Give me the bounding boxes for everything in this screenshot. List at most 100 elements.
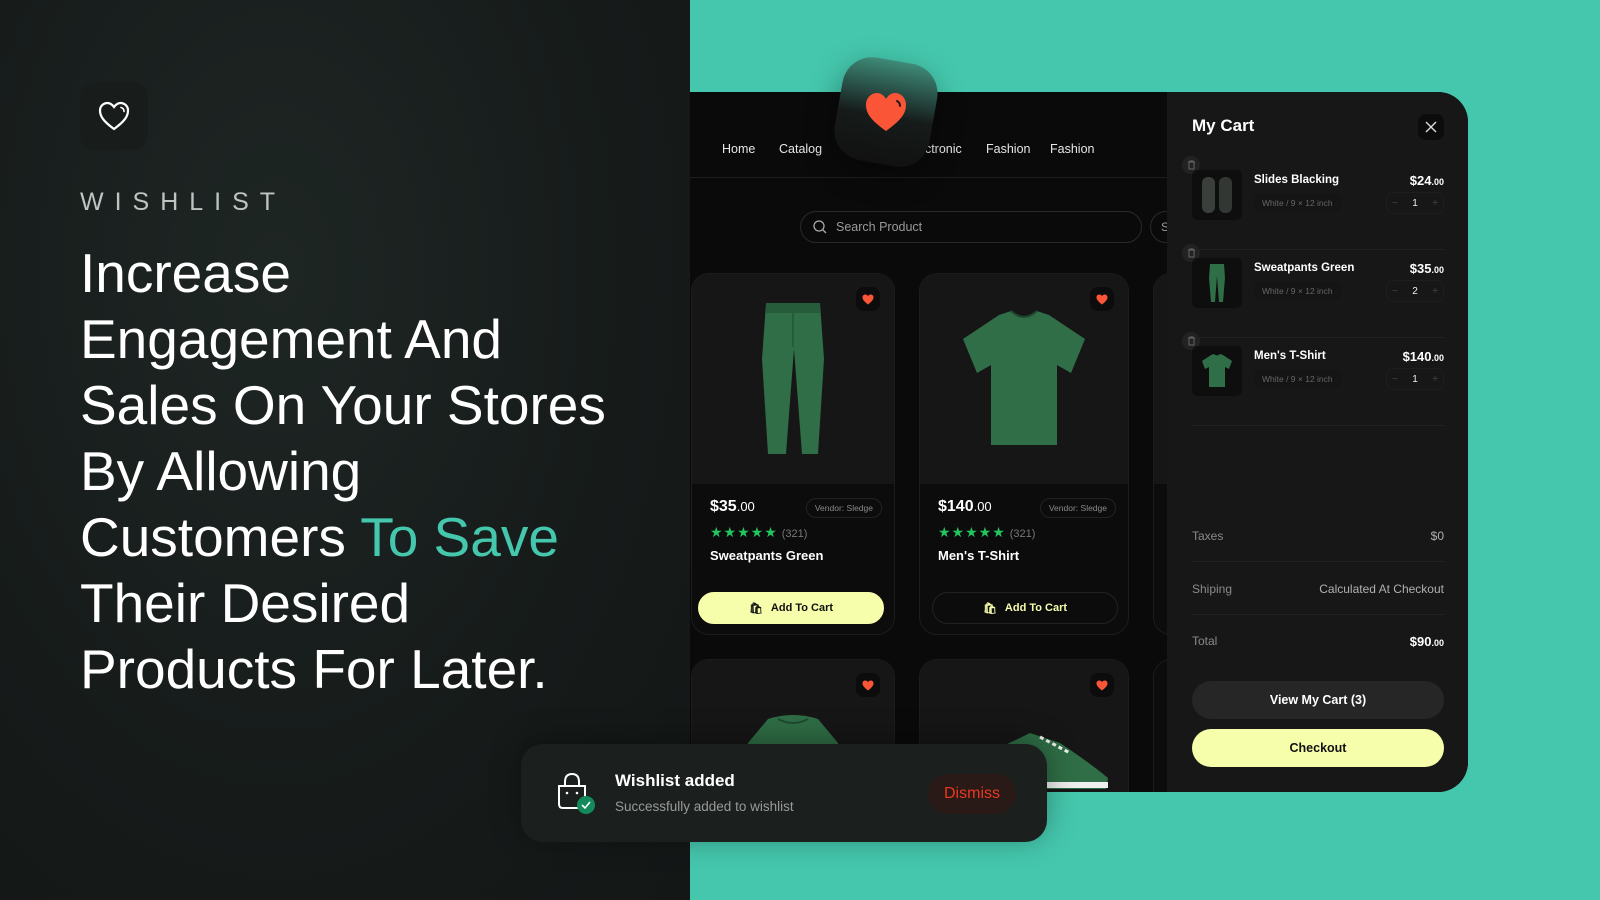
minus-icon[interactable]: − [1392, 374, 1398, 385]
headline-line: By Allowing [80, 440, 362, 502]
nav-catalog[interactable]: Catalog [779, 142, 822, 156]
sweatpants-image [1209, 264, 1225, 302]
quantity-stepper[interactable]: − 1 + [1386, 368, 1444, 390]
minus-icon[interactable]: − [1392, 198, 1398, 209]
headline-line: Engagement And [80, 308, 503, 370]
shipping-label: Shiping [1192, 581, 1233, 596]
heart-icon [862, 680, 874, 690]
tshirt-image [963, 310, 1085, 445]
toast-subtitle: Successfully added to wishlist [615, 799, 794, 814]
item-variant: White / 9 × 12 inch [1254, 282, 1341, 300]
headline-line: Products For Later. [80, 638, 548, 700]
add-to-cart-button[interactable]: 🛍 Add To Cart [932, 592, 1118, 624]
total-cents: .00 [1431, 637, 1444, 648]
heart-icon [1096, 294, 1108, 304]
logo-tile [80, 82, 148, 150]
product-name: Sweatpants Green [710, 548, 824, 563]
dismiss-button[interactable]: Dismiss [928, 774, 1016, 814]
quantity-stepper[interactable]: − 2 + [1386, 280, 1444, 302]
headline-highlight: To Save [360, 506, 559, 568]
store-window: Home Catalog Fa ectronic Fashion Fashion… [690, 92, 1468, 792]
cart-item: Men's T-Shirt White / 9 × 12 inch $140.0… [1182, 332, 1444, 426]
nav-fashion-2[interactable]: Fashion [1050, 142, 1094, 156]
bag-icon: 🛍 [748, 602, 763, 615]
close-icon [1425, 121, 1437, 133]
trash-icon [1187, 336, 1195, 346]
price-dollars: $140 [1402, 349, 1432, 364]
search-icon [813, 220, 827, 234]
item-thumbnail [1192, 346, 1242, 396]
nav-fashion[interactable]: Fashion [986, 142, 1030, 156]
item-name: Men's T-Shirt [1254, 350, 1326, 362]
wishlist-toggle[interactable] [1090, 287, 1114, 311]
shipping-row: Shiping Calculated At Checkout [1192, 563, 1444, 615]
total-value: $90.00 [1410, 634, 1444, 649]
heart-icon [862, 294, 874, 304]
tshirt-image [1202, 354, 1232, 387]
trash-icon [1187, 248, 1195, 258]
product-image [920, 274, 1128, 484]
sweatpants-image [762, 303, 824, 454]
plus-icon[interactable]: + [1432, 374, 1438, 385]
heart-icon [1096, 680, 1108, 690]
headline-line: Customers To Save [80, 504, 680, 570]
trash-icon [1187, 160, 1195, 170]
shopping-bag-check-icon [558, 772, 595, 814]
headline: Increase Engagement And Sales On Your St… [80, 240, 680, 702]
product-card[interactable]: $140.00 Vendor: Sledge ★★★★★ (321) Men's … [919, 273, 1129, 635]
review-count: (321) [781, 528, 808, 540]
price-cents: .00 [973, 499, 992, 514]
quantity-stepper[interactable]: − 1 + [1386, 192, 1444, 214]
add-to-cart-button[interactable]: 🛍 Add To Cart [698, 592, 884, 624]
nav-home[interactable]: Home [722, 142, 755, 156]
headline-text: Customers [80, 506, 361, 568]
plus-icon[interactable]: + [1432, 198, 1438, 209]
brand-label: WISHLIST [80, 188, 287, 216]
heart-icon [866, 93, 906, 131]
total-row: Total $90.00 [1192, 615, 1444, 667]
taxes-value: $0 [1430, 528, 1444, 543]
wishlist-toggle[interactable] [856, 287, 880, 311]
price-cents: .00 [1431, 265, 1444, 275]
item-variant: White / 9 × 12 inch [1254, 194, 1341, 212]
item-variant: White / 9 × 12 inch [1254, 370, 1341, 388]
headline-line: Their Desired [80, 572, 411, 634]
star-rating: ★★★★★ (321) [710, 524, 808, 540]
headline-line: Sales On Your Stores [80, 374, 606, 436]
item-name: Slides Blacking [1254, 174, 1340, 186]
product-card[interactable]: $35.00 Vendor: Sledge ★★★★★ (321) Sweatpa… [691, 273, 895, 635]
cart-panel: My Cart Slides Blacking White / 9 × 12 i… [1167, 92, 1468, 792]
wishlist-toggle[interactable] [1090, 673, 1114, 697]
close-button[interactable] [1418, 114, 1444, 140]
view-cart-button[interactable]: View My Cart (3) [1192, 681, 1444, 719]
item-thumbnail [1192, 170, 1242, 220]
item-name: Sweatpants Green [1254, 262, 1355, 274]
heart-outline-icon [98, 101, 130, 131]
price-dollars: $35 [1409, 261, 1432, 276]
plus-icon[interactable]: + [1432, 286, 1438, 297]
cart-item: Slides Blacking White / 9 × 12 inch $24.… [1182, 156, 1444, 250]
slides-image [1202, 177, 1232, 213]
item-thumbnail [1192, 258, 1242, 308]
taxes-label: Taxes [1192, 528, 1224, 543]
quantity-value: 1 [1412, 373, 1418, 385]
product-image [692, 274, 894, 484]
shipping-value: Calculated At Checkout [1319, 581, 1444, 596]
minus-icon[interactable]: − [1392, 286, 1398, 297]
search-bar[interactable] [800, 211, 1142, 243]
item-price: $35.00 [1410, 261, 1444, 276]
cart-item: Sweatpants Green White / 9 × 12 inch $35… [1182, 244, 1444, 338]
headline-line: Increase [80, 242, 291, 304]
wishlist-toggle[interactable] [856, 673, 880, 697]
item-price: $24.00 [1410, 173, 1444, 188]
quantity-value: 1 [1412, 197, 1418, 209]
total-dollars: $90 [1409, 633, 1432, 649]
price-dollars: $24 [1409, 173, 1432, 188]
cart-title: My Cart [1192, 116, 1255, 135]
vendor-badge: Vendor: Sledge [1039, 498, 1116, 518]
search-input[interactable] [836, 220, 1116, 234]
price-dollars: $140 [938, 498, 974, 515]
review-count: (321) [1009, 528, 1036, 540]
toast-notification: Wishlist added Successfully added to wis… [521, 744, 1047, 842]
checkout-button[interactable]: Checkout [1192, 729, 1444, 767]
